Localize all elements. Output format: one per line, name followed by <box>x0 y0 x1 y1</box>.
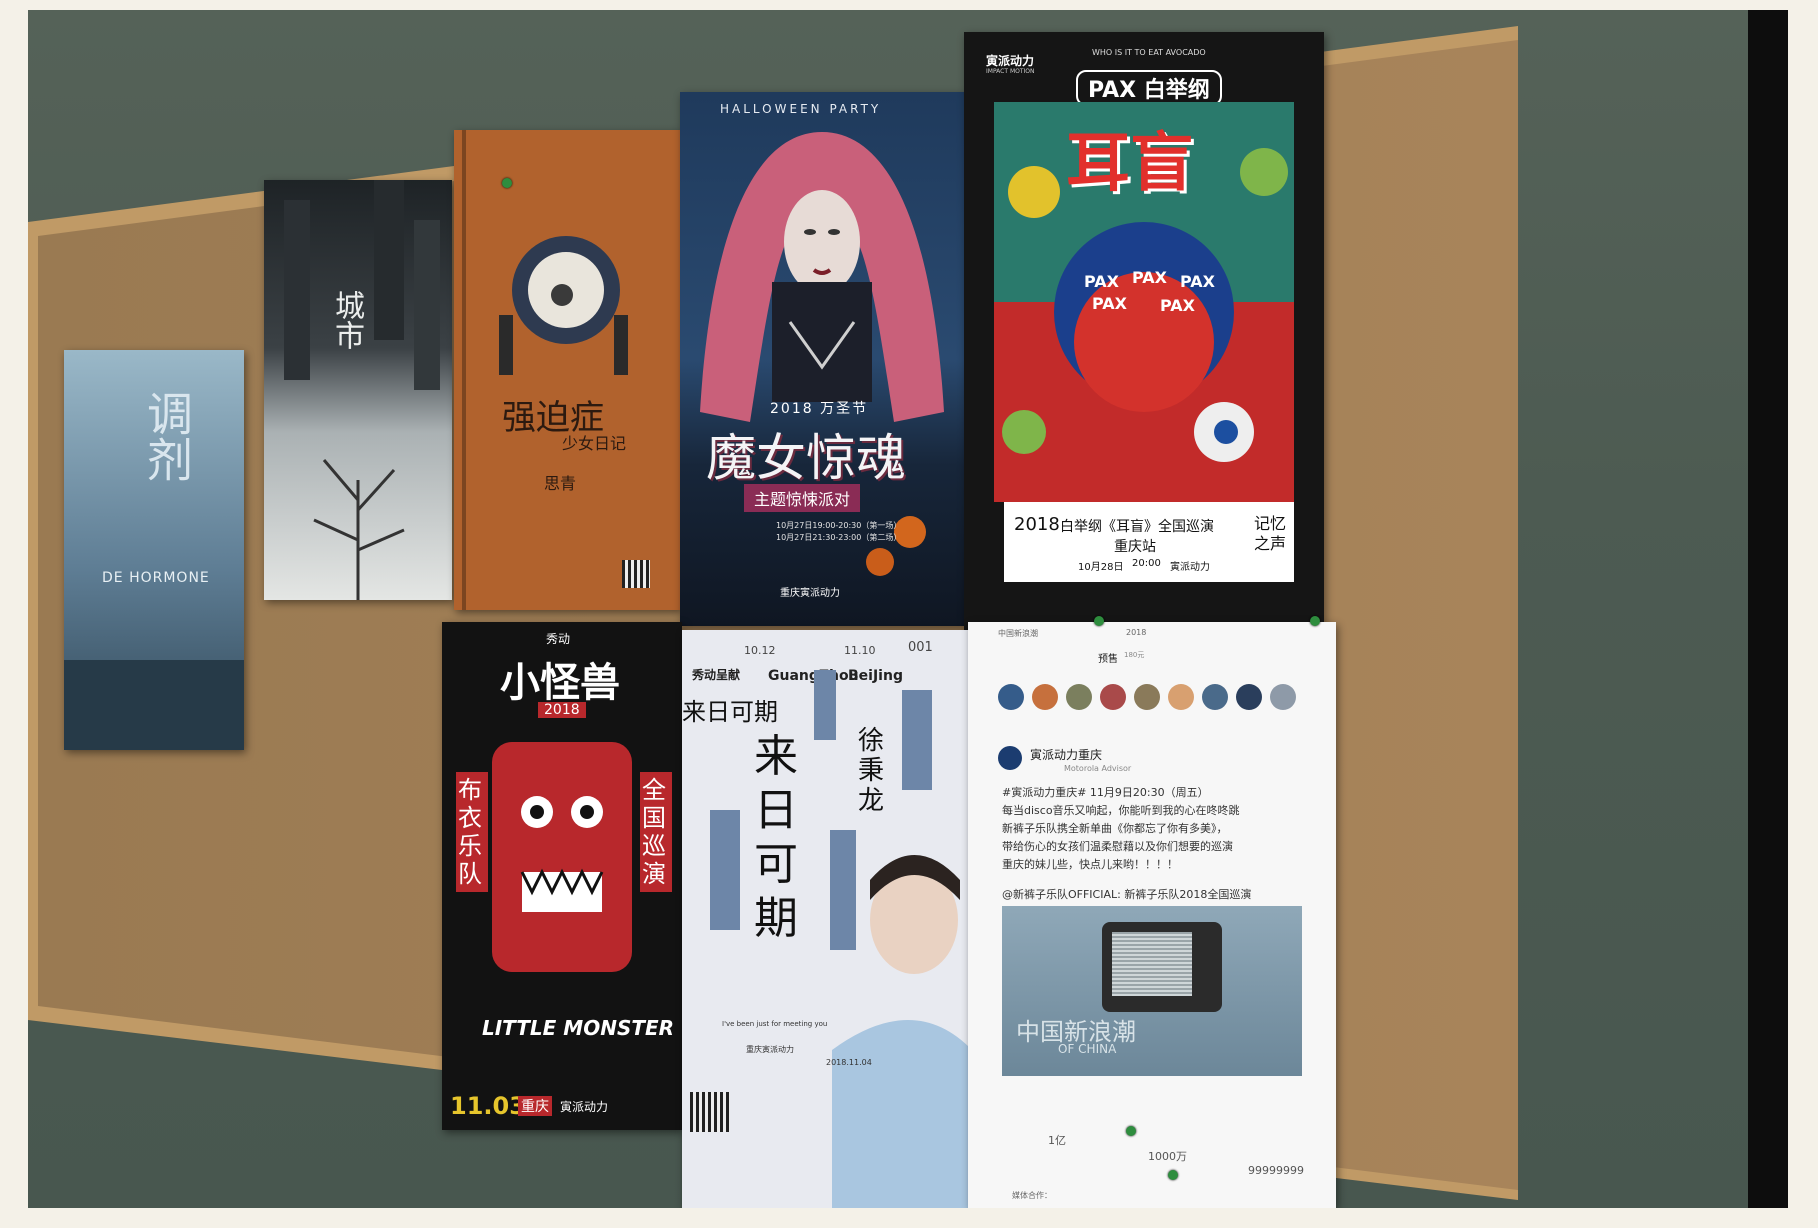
poster-orange-subtitle: 少女日记 <box>562 434 627 453</box>
poster-pax-word: PAX <box>1084 272 1119 291</box>
poster-weibo-screenshot: 中国新浪潮 2018 预售 180元 寅派动力重庆 Motorola Advis… <box>968 622 1336 1208</box>
poster-orange-label: 思青 <box>544 474 577 493</box>
poster-pax-year: 2018 <box>1014 516 1060 534</box>
avatar <box>1202 684 1228 710</box>
qr-code-icon <box>622 560 650 588</box>
avatar-row <box>998 684 1308 714</box>
push-pin <box>1126 1126 1136 1136</box>
poster-weibo-hashtag: #寅派动力重庆# 11月9日20:30（周五） <box>1002 786 1209 799</box>
poster-halloween-organizer: 重庆寅派动力 <box>780 588 840 599</box>
push-pin <box>1168 1170 1178 1180</box>
repost-count: 1亿 <box>1048 1134 1066 1147</box>
push-pin <box>502 178 512 188</box>
poster-halloween: HALLOWEEN PARTY 2018 万圣节 魔女惊魂 主题惊悚派对 10月… <box>680 92 964 626</box>
poster-weibo-year: 2018 <box>1126 628 1147 637</box>
poster-weibo-tab-other: 180元 <box>1124 651 1145 659</box>
poster-weibo-footer: 媒体合作： <box>1012 1191 1052 1200</box>
poster-monster-organizer: 寅派动力 <box>560 1100 609 1114</box>
poster-pax-time: 20:00 <box>1132 558 1161 569</box>
poster-weibo-line3: 带给伤心的女孩们温柔慰藉以及你们想要的巡演 <box>1002 840 1233 853</box>
poster-xu-date: 2018.11.04 <box>826 1058 872 1067</box>
poster-xu-binglong: 10.12 11.10 001 秀动呈献 GuangZhou BeiJing 来… <box>682 630 972 1208</box>
poster-orange-diary: 强迫症 少女日记 思青 <box>454 130 680 610</box>
avatar <box>1134 684 1160 710</box>
poster-halloween-subtitle: 主题惊悚派对 <box>744 484 861 512</box>
poster-city: 城市 <box>264 180 452 600</box>
poster-monster-left-text: 布衣乐队 <box>456 772 488 892</box>
poster-halloween-date2: 10月27日21:30-23:00（第二场） <box>776 533 902 542</box>
tv-icon <box>1102 922 1222 1012</box>
poster-monster-english: LITTLE MONSTER <box>482 1016 675 1040</box>
like-count: 99999999 <box>1248 1164 1304 1177</box>
avatar <box>1032 684 1058 710</box>
poster-halloween-year: 2018 万圣节 <box>770 401 869 417</box>
poster-pax-station: 重庆站 <box>1114 539 1156 555</box>
avatar <box>1168 684 1194 710</box>
poster-pax-date: 10月28日 <box>1078 562 1124 573</box>
poster-pax-side-text: 记忆之声 <box>1254 514 1287 553</box>
poster-weibo-line2: 新裤子乐队携全新单曲《你都忘了你有多美》， <box>1002 822 1228 835</box>
poster-pax-word: PAX <box>1160 296 1195 315</box>
poster-pax-word: PAX <box>1180 272 1215 291</box>
poster-weibo-line4: 重庆的妹儿些，快点儿来哟！！！！ <box>1002 858 1178 871</box>
poster-monster-year: 2018 <box>538 702 586 718</box>
poster-pax-title: 耳盲 <box>1066 127 1194 201</box>
poster-blue-title: 调剂 <box>140 390 194 482</box>
poster-pax-brand-sub: IMPACT MOTION <box>986 68 1035 75</box>
video-thumbnail: 中国新浪潮 OF CHINA <box>1002 906 1302 1076</box>
push-pin <box>1094 616 1104 626</box>
poster-weibo-mention: @新裤子乐队OFFICIAL: 新裤子乐队2018全国巡演 <box>1002 888 1252 901</box>
poster-pax-tour: 白举纲《耳盲》全国巡演 <box>1060 519 1214 535</box>
poster-monster-right-text: 全国巡演 <box>640 772 672 892</box>
poster-weibo-account: 寅派动力重庆 <box>1030 748 1103 762</box>
poster-pax-brand: 寅派动力 <box>986 54 1035 68</box>
poster-weibo-tab-active: 预售 <box>1098 654 1118 665</box>
poster-xu-organizer: 重庆寅派动力 <box>746 1045 794 1054</box>
avatar <box>1100 684 1126 710</box>
poster-pax-band: PAX 白举纲 <box>1076 70 1222 106</box>
poster-pax-organizer: 寅派动力 <box>1170 562 1210 573</box>
poster-monster-city: 重庆 <box>518 1096 552 1116</box>
avatar <box>998 684 1024 710</box>
poster-weibo-line1: 每当disco音乐又响起，你能听到我的心在咚咚跳 <box>1002 804 1240 817</box>
poster-weibo-status: 中国新浪潮 <box>998 629 1038 638</box>
poster-blue-hormone: 调剂 DE HORMONE <box>64 350 244 750</box>
poster-xu-english: I've been just for meeting you <box>722 1020 828 1028</box>
poster-halloween-date1: 10月27日19:00-20:30（第一场） <box>776 521 902 530</box>
poster-pax-word: PAX <box>1132 268 1167 287</box>
poster-pax-word: PAX <box>1092 294 1127 313</box>
film-edge <box>1748 10 1788 1208</box>
poster-little-monster: 秀动 小怪兽 2018 布衣乐队 全国巡演 LITTLE MONSTER 11.… <box>442 622 682 1130</box>
video-subcaption: OF CHINA <box>1058 1042 1117 1056</box>
poster-pax-tagline: WHO IS IT TO EAT AVOCADO <box>1092 48 1206 57</box>
poster-monster-title: 小怪兽 <box>500 660 620 706</box>
comment-count: 1000万 <box>1148 1150 1187 1163</box>
poster-monster-date: 11.03 <box>450 1092 526 1120</box>
poster-halloween-title: 魔女惊魂 <box>706 429 906 487</box>
avatar <box>1236 684 1262 710</box>
poster-pax: 寅派动力 IMPACT MOTION WHO IS IT TO EAT AVOC… <box>964 32 1324 632</box>
poster-blue-subtitle: DE HORMONE <box>102 570 210 586</box>
poster-weibo-account-sub: Motorola Advisor <box>1064 764 1132 773</box>
qr-code-icon <box>690 1092 730 1132</box>
poster-monster-sponsor: 秀动 <box>546 632 571 646</box>
push-pin <box>1310 616 1320 626</box>
avatar <box>1066 684 1092 710</box>
avatar <box>1270 684 1296 710</box>
film-photo: 调剂 DE HORMONE 城市 强迫症 少女日记 思青 HALLOWEEN P… <box>28 10 1788 1208</box>
avatar <box>998 746 1022 770</box>
